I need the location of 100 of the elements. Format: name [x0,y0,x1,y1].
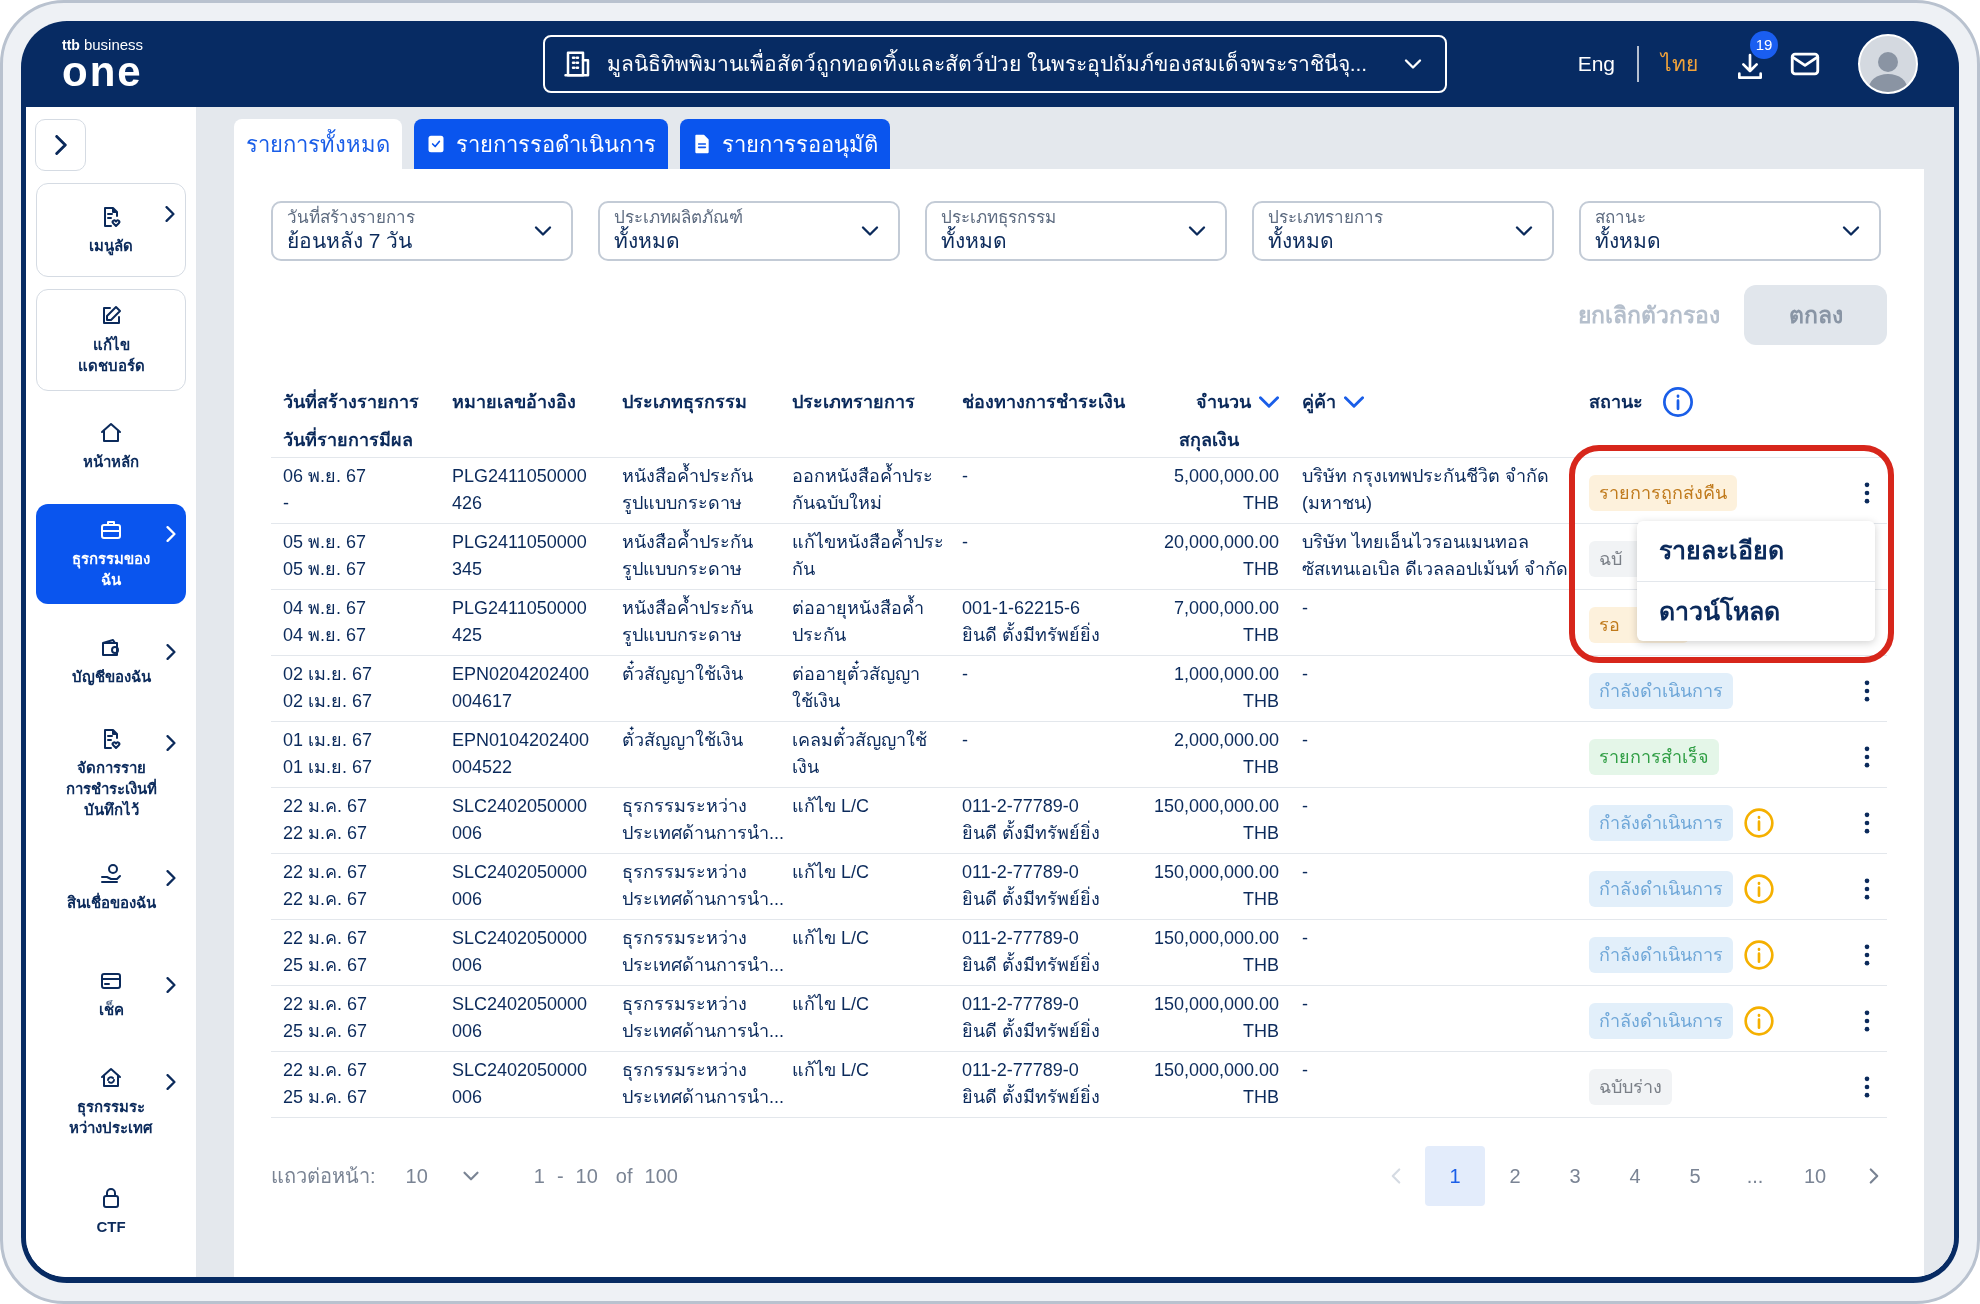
table-cell-text: ประเทศด้านการนำ... [622,1020,785,1043]
table-cell-text: แก้ไข L/C [792,1059,870,1082]
date-text: 04 พ.ย. 67 [283,597,368,620]
reference-number: SLC2402050000 [452,861,589,884]
table-cell-text: บริษัท ไทยเอ็นไวรอนเมนทอล [1302,530,1530,554]
reference-number: 004617 [452,690,514,713]
table-cell: ตั๋วสัญญาใช้เงิน [622,727,792,754]
filter-dropdown[interactable]: ประเภทรายการ ทั้งหมด [1252,201,1554,261]
organization-dropdown[interactable]: มูลนิธิทิพพิมานเพื่อสัตว์ถูกทอดทิ้งและสัตว์ป่วย ในพระอุปถัมภ์ของสมเด็จพระราชินีจุ... [542,35,1447,93]
currency-text: THB [1243,954,1279,977]
table-cell-text: ใช้เงิน [792,689,841,713]
sidebar-item[interactable]: สินเชื่อของฉัน [36,848,186,927]
status-badge: กำลังดำเนินการ [1589,673,1733,709]
page-button[interactable]: 1 [1425,1146,1485,1206]
range-text: 1 [533,1164,545,1189]
filter-dropdown[interactable]: สถานะ ทั้งหมด [1579,201,1881,261]
date-text: 05 พ.ย. 67 [283,558,368,581]
sidebar-item[interactable]: เช็ค [36,955,186,1034]
notification-badge: 19 [1750,31,1778,59]
table-cell-text: - [1302,861,1309,884]
sidebar-item[interactable]: แก้ไข แดชบอร์ด [36,289,186,391]
status-badge: ฉบับร่าง [1589,1069,1672,1105]
currency-text: THB [1243,558,1279,581]
avatar[interactable] [1858,34,1918,94]
tab[interactable]: รายการรอดำเนินการ [414,119,668,169]
table-cell-text: รูปแบบกระดาษ [622,624,743,648]
table-cell-text: - [962,729,969,752]
info-icon[interactable] [1663,387,1693,417]
tab[interactable]: รายการทั้งหมด [234,119,402,169]
table-cell-text: 011-2-77789-0 [962,1059,1080,1082]
chevron-down-icon[interactable] [1344,396,1364,408]
reference-number: SLC2402050000 [452,795,589,818]
reference-number: PLG2411050000 [452,597,588,620]
page-button[interactable]: 3 [1545,1146,1605,1206]
checklist-icon [426,134,446,154]
table-cell-text: รูปแบบกระดาษ [622,492,743,516]
sidebar-item[interactable]: จัดการราย การชำระเงินที่ บันทึกไว้ [36,713,186,834]
table-cell: ต่ออายุตั๋วสัญญา [792,661,962,688]
filter-dropdown[interactable]: ประเภทผลิตภัณฑ์ ทั้งหมด [598,201,900,261]
sidebar-toggle-button[interactable] [35,119,86,171]
date-text: 02 เม.ย. 67 [283,690,374,713]
language-option[interactable]: ไทย [1661,48,1698,80]
reference-number: SLC2402050000 [452,1059,589,1082]
table-cell: แก้ไขหนังสือค้ำประ [792,529,962,556]
page-button[interactable]: ... [1725,1146,1785,1206]
table-cell-text: แก้ไข L/C [792,795,870,818]
table-cell: หนังสือค้ำประกัน [622,595,792,622]
page-button[interactable]: 4 [1605,1146,1665,1206]
filter-dropdown[interactable]: ประเภทธุรกรรม ทั้งหมด [925,201,1227,261]
logo-text: one [62,51,144,92]
sidebar-item[interactable]: CTF [36,1172,186,1251]
table-cell-text: ธุรกรรมระหว่าง [622,1059,748,1083]
page-button[interactable]: 5 [1665,1146,1725,1206]
sidebar-item[interactable]: หน้าหลัก [36,407,186,486]
table-cell: ตั๋วสัญญาใช้เงิน [622,661,792,688]
table-cell: เคลมตั๋วสัญญาใช้ [792,727,962,754]
sidebar-item[interactable]: เมนูลัด [36,183,186,277]
table-cell-text: - [1302,597,1309,620]
sidebar-item[interactable]: ธุรกรรมของ ฉัน [36,504,186,604]
column-header: คู่ค้า [1302,390,1336,416]
currency-text: THB [1243,492,1279,515]
date-text: 06 พ.ย. 67 [283,465,368,488]
reference-number: SLC2402050000 [452,993,589,1016]
language-option[interactable]: Eng [1577,48,1615,80]
table-cell-text: ธุรกรรมระหว่าง [622,861,748,885]
status-badge: กำลังดำเนินการ [1589,937,1733,973]
status-badge: รายการถูกส่งคืน [1589,475,1737,511]
table-cell-text: - [1302,663,1309,686]
home-icon [99,421,123,445]
table-cell: ยินดี ตั้งมีทรัพย์ยิ่ง [962,1018,1139,1045]
page-button[interactable]: 2 [1485,1146,1545,1206]
table-cell-text: 001-1-62215-6 [962,597,1082,620]
date-text: - [283,492,290,515]
table-cell-text: 011-2-77789-0 [962,927,1080,950]
amount-text: 150,000,000.00 [1153,927,1279,950]
chevron-down-icon[interactable] [1259,396,1279,408]
page-button[interactable]: 10 [1785,1146,1845,1206]
table-cell-text: - [962,465,969,488]
filter-dropdown[interactable]: วันที่สร้างรายการ ย้อนหลัง 7 วัน [271,201,573,261]
date-text: 01 เม.ย. 67 [283,729,374,752]
date-text: 25 ม.ค. 67 [283,954,369,977]
column-header: สถานะ [1589,390,1643,414]
table-cell: ยินดี ตั้งมีทรัพย์ยิ่ง [962,1084,1139,1111]
amount-text: 2,000,000.00 [1173,729,1279,752]
range-text: 10 [575,1164,598,1189]
rows-per-page-label: แถวต่อหน้า: [271,1164,376,1189]
sidebar-item[interactable]: ธุรกรรมระ หว่างประเทศ [36,1052,186,1152]
table-cell-text: บริษัท กรุงเทพประกันชีวิต จำกัด [1302,465,1550,489]
sidebar-item[interactable]: บัญชีของฉัน [36,622,186,701]
rows-per-page-select[interactable]: 10 [405,1161,484,1191]
menu-item[interactable]: ดาวน์โหลด [1637,581,1875,641]
table-cell-text: ธุรกรรมระหว่าง [622,993,748,1017]
table-cell-text: - [1302,795,1309,818]
reference-number: EPN0204202400 [452,663,591,686]
reference-number: EPN0104202400 [452,729,591,752]
tab[interactable]: รายการรออนุมัติ [680,119,890,169]
table-cell-text: 011-2-77789-0 [962,993,1080,1016]
amount-text: 150,000,000.00 [1153,993,1279,1016]
range-text: of [615,1164,633,1189]
table-cell-text: ซัสเทนเอเบิล ดีเวลลอปเม้นท์ จำกัด [1302,558,1569,581]
